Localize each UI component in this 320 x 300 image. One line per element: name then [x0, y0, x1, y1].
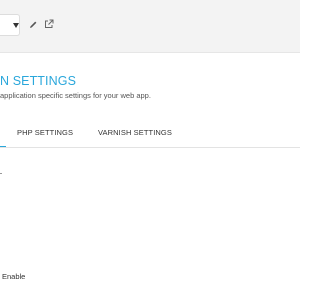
toolbar-divider: [0, 52, 300, 53]
pencil-icon[interactable]: [29, 20, 38, 29]
tab-php-settings[interactable]: PHP SETTINGS: [17, 128, 73, 137]
external-link-icon[interactable]: [44, 19, 54, 29]
toolbar: [0, 0, 300, 52]
field-marker: [0, 173, 2, 174]
tab-application[interactable]: [0, 128, 6, 140]
tabs-divider: [0, 147, 300, 148]
section-title: N SETTINGS: [0, 74, 77, 88]
caret-down-icon[interactable]: [13, 23, 19, 28]
tab-varnish-settings[interactable]: VARNISH SETTINGS: [98, 128, 172, 137]
enable-label[interactable]: Enable: [2, 272, 25, 281]
section-description: application specific settings for your w…: [0, 91, 151, 100]
